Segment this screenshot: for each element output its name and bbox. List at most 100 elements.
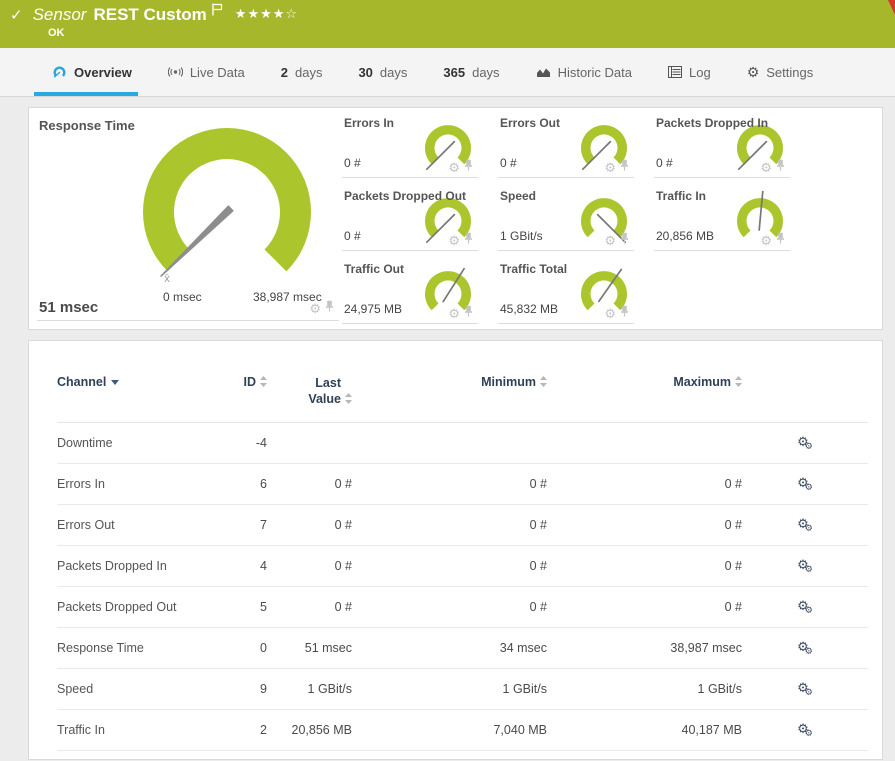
pin-icon[interactable]: [463, 304, 474, 322]
gauge-tile-traffic-total[interactable]: Traffic Total45,832 MB⚙: [498, 256, 634, 324]
cell-last-value: 0 #: [267, 463, 352, 504]
sort-icon: [260, 376, 267, 387]
channel-settings-icon[interactable]: ⚙⚙: [797, 640, 813, 654]
pin-icon[interactable]: [619, 232, 630, 244]
gear-icon[interactable]: ⚙: [309, 302, 321, 315]
pin-icon[interactable]: [463, 231, 474, 249]
channel-settings-icon[interactable]: ⚙⚙: [797, 476, 813, 490]
cell-minimum: 0 #: [352, 504, 547, 545]
flag-icon[interactable]: [212, 3, 223, 21]
tab-365-days[interactable]: 365days: [425, 48, 517, 96]
col-header-maximum[interactable]: Maximum: [547, 375, 742, 422]
cell-minimum: [352, 422, 547, 463]
log-icon: [668, 66, 682, 78]
channel-settings-icon[interactable]: ⚙⚙: [797, 599, 813, 613]
tab-label: days: [472, 65, 499, 80]
tab-30-days[interactable]: 30days: [340, 48, 425, 96]
cell-channel: Packets Dropped In: [57, 545, 227, 586]
tab-bar: Overview Live Data2days30days365days Histo…: [0, 48, 895, 97]
table-row: Errors In60 #0 #0 #⚙⚙: [57, 463, 868, 504]
gear-icon: ⚙: [747, 65, 760, 79]
gear-icon[interactable]: ⚙: [604, 234, 616, 247]
tab-label: Historic Data: [558, 65, 632, 80]
pin-icon[interactable]: [619, 158, 630, 176]
cell-id: 6: [227, 463, 267, 504]
pin-icon[interactable]: [324, 300, 335, 312]
gauge-tile-packets-dropped-in[interactable]: Packets Dropped In0 #⚙: [654, 110, 790, 178]
cell-maximum: 0 #: [547, 545, 742, 586]
cell-last-value: 0 #: [267, 545, 352, 586]
sort-icon: [540, 376, 547, 387]
pin-icon[interactable]: [775, 159, 786, 171]
channel-settings-icon[interactable]: ⚙⚙: [797, 558, 813, 572]
cell-last-value: 0 #: [267, 586, 352, 627]
pin-icon[interactable]: [619, 159, 630, 171]
table-row: Errors Out70 #0 #0 #⚙⚙: [57, 504, 868, 545]
col-header-minimum[interactable]: Minimum: [352, 375, 547, 422]
sensor-type-label: Sensor: [33, 5, 87, 25]
gauge-tile-packets-dropped-out[interactable]: Packets Dropped Out0 #⚙: [342, 183, 478, 251]
cell-channel: Speed: [57, 668, 227, 709]
channel-settings-icon[interactable]: ⚙⚙: [797, 681, 813, 695]
gear-icon[interactable]: ⚙: [604, 307, 616, 320]
cell-last-value: 51 msec: [267, 627, 352, 668]
gear-icon[interactable]: ⚙: [448, 307, 460, 320]
pin-icon[interactable]: [324, 299, 335, 317]
live-data-icon: [168, 65, 183, 79]
pin-icon[interactable]: [619, 305, 630, 317]
pin-icon[interactable]: [775, 158, 786, 176]
tab-overview[interactable]: Overview: [34, 48, 150, 96]
cell-maximum: [547, 422, 742, 463]
cell-id: 3: [227, 750, 267, 760]
pin-icon[interactable]: [619, 231, 630, 249]
gear-icon[interactable]: ⚙: [760, 161, 772, 174]
cell-last-value: 24,975 MB: [267, 750, 352, 760]
gauge-tile-errors-in[interactable]: Errors In0 #⚙: [342, 110, 478, 178]
sort-icon: [735, 376, 742, 387]
cell-channel: Packets Dropped Out: [57, 586, 227, 627]
tab-label: Settings: [766, 65, 813, 80]
channel-settings-icon[interactable]: ⚙⚙: [797, 517, 813, 531]
pin-icon[interactable]: [775, 232, 786, 244]
col-header-channel[interactable]: Channel: [57, 375, 227, 422]
pin-icon[interactable]: [463, 232, 474, 244]
gear-icon[interactable]: ⚙: [448, 161, 460, 174]
tab-historic-data[interactable]: Historic Data: [518, 48, 650, 96]
tab-label: Overview: [74, 65, 132, 80]
cell-channel: Errors Out: [57, 504, 227, 545]
gear-icon[interactable]: ⚙: [604, 161, 616, 174]
cell-channel: Errors In: [57, 463, 227, 504]
gear-icon[interactable]: ⚙: [760, 234, 772, 247]
response-time-tile[interactable]: Response Time x̄ 0 msec 38,987 msec 51 m…: [37, 110, 339, 321]
sensor-header: ✓ Sensor REST Custom ★★★★☆ OK: [0, 0, 895, 48]
pin-icon[interactable]: [619, 304, 630, 322]
pin-icon[interactable]: [463, 158, 474, 176]
cell-channel: Traffic Out: [57, 750, 227, 760]
pin-icon[interactable]: [463, 305, 474, 317]
gauge-tile-traffic-in[interactable]: Traffic In20,856 MB⚙: [654, 183, 790, 251]
gauge-title: Errors Out: [500, 116, 560, 130]
tab-live-data[interactable]: Live Data: [150, 48, 263, 96]
mini-gauge-grid: Errors In0 #⚙Errors Out0 #⚙Packets Dropp…: [342, 110, 790, 329]
gauge-value: 0 #: [656, 156, 673, 170]
table-row: Packets Dropped In40 #0 #0 #⚙⚙: [57, 545, 868, 586]
tab-settings[interactable]: ⚙ Settings: [729, 48, 832, 96]
table-row: Response Time051 msec34 msec38,987 msec⚙…: [57, 627, 868, 668]
col-header-last-value[interactable]: Last Value: [267, 375, 352, 422]
pin-icon[interactable]: [775, 231, 786, 249]
pin-icon[interactable]: [463, 159, 474, 171]
gauge-tile-speed[interactable]: Speed1 GBit/s⚙: [498, 183, 634, 251]
gauge-title: Response Time: [39, 118, 135, 133]
tab-2-days[interactable]: 2days: [263, 48, 341, 96]
col-header-actions: [742, 375, 868, 422]
channel-settings-icon[interactable]: ⚙⚙: [797, 435, 813, 449]
gauge-value: 45,832 MB: [500, 302, 558, 316]
gauge-tile-traffic-out[interactable]: Traffic Out24,975 MB⚙: [342, 256, 478, 324]
priority-stars[interactable]: ★★★★☆: [235, 6, 298, 22]
sensor-name: REST Custom: [93, 5, 206, 25]
tab-log[interactable]: Log: [650, 48, 729, 96]
channel-settings-icon[interactable]: ⚙⚙: [797, 722, 813, 736]
gear-icon[interactable]: ⚙: [448, 234, 460, 247]
col-header-id[interactable]: ID: [227, 375, 267, 422]
gauge-tile-errors-out[interactable]: Errors Out0 #⚙: [498, 110, 634, 178]
